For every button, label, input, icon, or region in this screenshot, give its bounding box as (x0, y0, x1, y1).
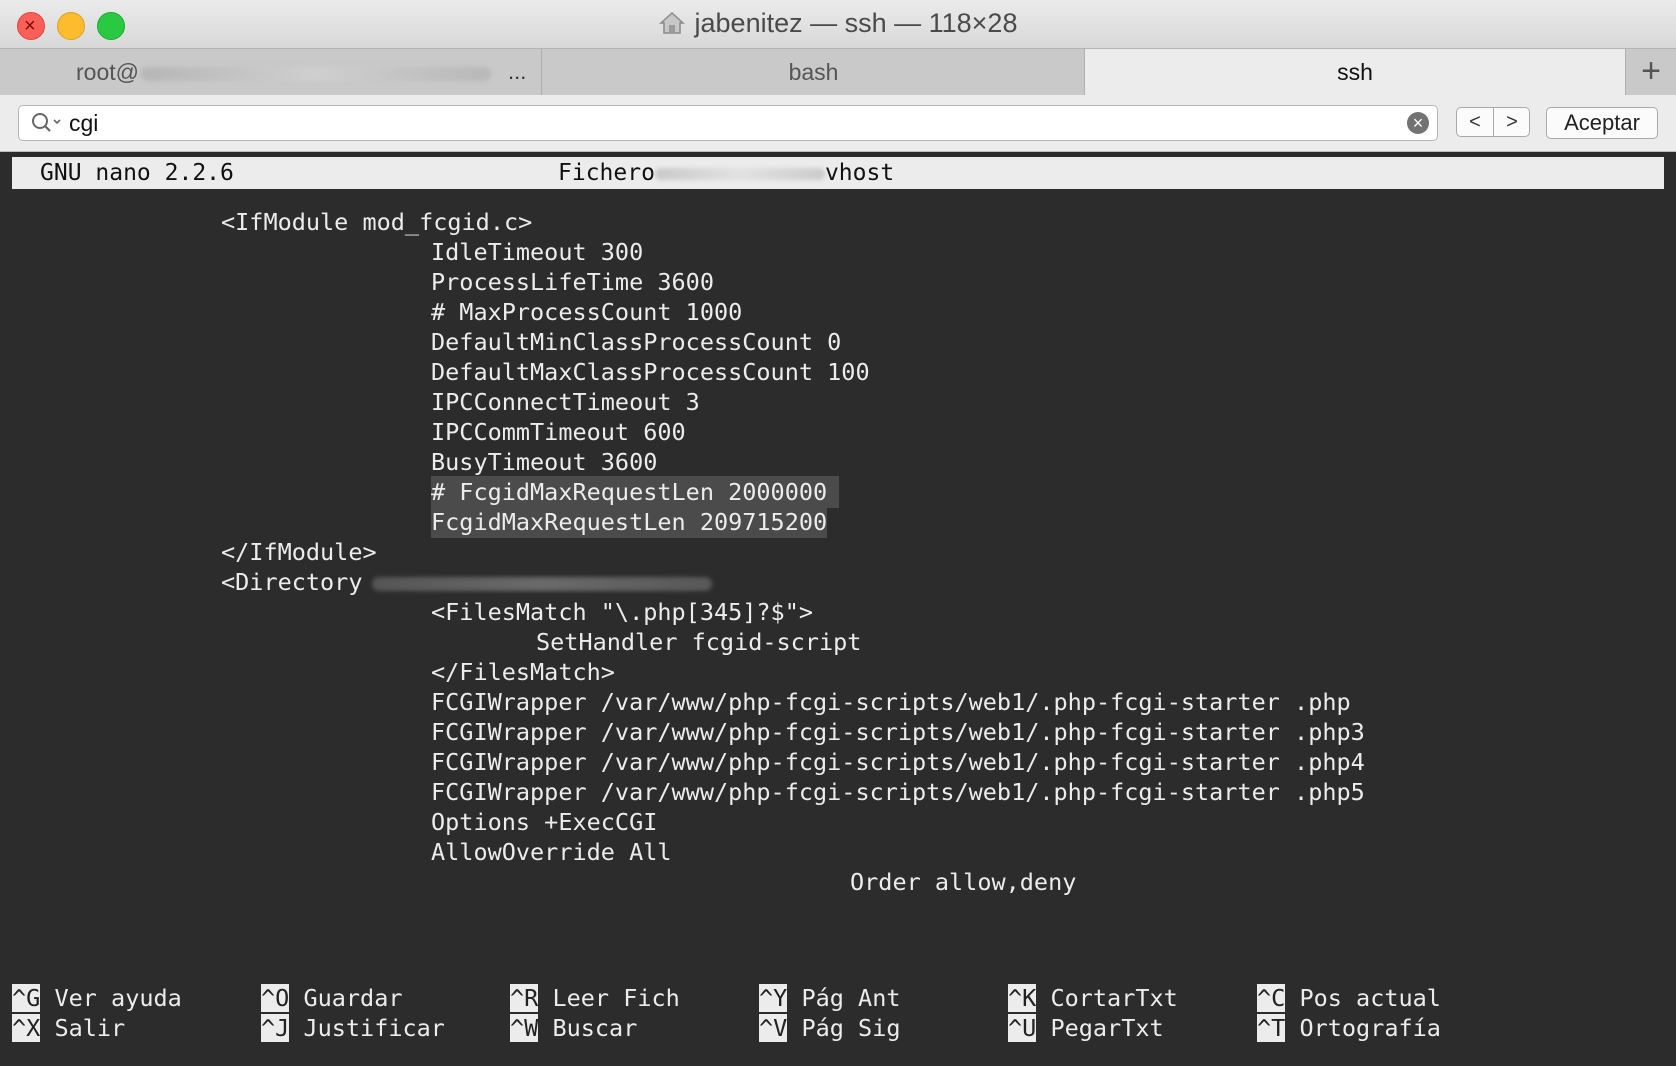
shortcut-key: ^U (1008, 1014, 1037, 1042)
shortcut-label: Salir (54, 1014, 126, 1042)
tab-bash-label: bash (788, 59, 839, 85)
code-line: DefaultMaxClassProcessCount 100 (431, 358, 870, 386)
code-line: IPCConnectTimeout 3 (431, 388, 700, 416)
window-title: jabenitez — ssh — 118×28 (0, 8, 1676, 42)
shortcut-key: ^J (261, 1014, 290, 1042)
shortcut-key: ^W (510, 1014, 539, 1042)
window-title-text: jabenitez — ssh — 118×28 (694, 8, 1018, 38)
find-next-button[interactable]: > (1494, 108, 1530, 136)
code-line: FCGIWrapper /var/www/php-fcgi-scripts/we… (431, 718, 1365, 746)
code-line: Options +ExecCGI (431, 808, 658, 836)
shortcut-label: Guardar (303, 984, 403, 1012)
shortcut-where-is: ^W Buscar (510, 1012, 637, 1044)
shortcut-key: ^O (261, 984, 290, 1012)
code-line: FCGIWrapper /var/www/php-fcgi-scripts/we… (431, 748, 1365, 776)
find-bar: × < > Aceptar (0, 95, 1676, 152)
shortcut-key: ^G (12, 984, 41, 1012)
search-field[interactable]: × (18, 105, 1438, 141)
shortcut-cut-text: ^K CortarTxt (1008, 982, 1178, 1014)
tab-root-label: root@ (76, 59, 139, 85)
shortcut-exit: ^X Salir (12, 1012, 125, 1044)
code-line: IPCCommTimeout 600 (431, 418, 686, 446)
redacted-host (140, 66, 491, 81)
code-line: </FilesMatch> (431, 658, 615, 686)
terminal-window: × jabenitez — ssh — 118×28 root@... bash… (0, 0, 1676, 1066)
shortcut-label: CortarTxt (1050, 984, 1178, 1012)
title-bar[interactable]: × jabenitez — ssh — 118×28 (0, 0, 1676, 48)
shortcut-next-page: ^V Pág Sig (759, 1012, 901, 1044)
code-line: <FilesMatch "\.php[345]?$"> (431, 598, 814, 626)
code-line: FCGIWrapper /var/www/php-fcgi-scripts/we… (431, 688, 1351, 716)
find-previous-button[interactable]: < (1457, 108, 1494, 136)
shortcut-key: ^R (510, 984, 539, 1012)
shortcut-key: ^K (1008, 984, 1037, 1012)
tab-ssh[interactable]: ssh (1085, 49, 1626, 95)
shortcut-key: ^V (759, 1014, 788, 1042)
new-tab-button[interactable]: + (1626, 49, 1676, 95)
code-line-text: <Directory (221, 568, 363, 596)
code-editor[interactable]: <IfModule mod_fcgid.c> IdleTimeout 300 P… (0, 152, 1676, 952)
find-navigation: < > (1456, 107, 1530, 137)
code-line: BusyTimeout 3600 (431, 448, 658, 476)
code-line: DefaultMinClassProcessCount 0 (431, 328, 842, 356)
shortcut-key: ^Y (759, 984, 788, 1012)
search-icon[interactable] (31, 112, 63, 139)
shortcut-label: Buscar (552, 1014, 638, 1042)
accept-button[interactable]: Aceptar (1546, 107, 1658, 139)
tab-overflow-dots: ... (508, 59, 527, 84)
code-line: </IfModule> (221, 538, 377, 566)
shortcut-label: Pág Ant (801, 984, 901, 1012)
code-line: SetHandler fcgid-script (536, 628, 862, 656)
code-line: # MaxProcessCount 1000 (431, 298, 743, 326)
code-line: AllowOverride All (431, 838, 672, 866)
shortcut-read-file: ^R Leer Fich (510, 982, 680, 1014)
code-line-selected: # FcgidMaxRequestLen 2000000 (431, 476, 840, 508)
shortcut-label: Pág Sig (801, 1014, 901, 1042)
shortcut-label: Leer Fich (552, 984, 680, 1012)
redacted-path (372, 576, 713, 591)
shortcut-spell: ^T Ortografía (1257, 1012, 1441, 1044)
terminal-content[interactable]: GNU nano 2.2.6 Fichero vhost <IfModule mo… (0, 152, 1676, 1066)
shortcut-label: PegarTxt (1050, 1014, 1164, 1042)
shortcut-cur-pos: ^C Pos actual (1257, 982, 1441, 1014)
tab-bar: root@... bash ssh + (0, 48, 1676, 96)
shortcut-label: Ver ayuda (54, 984, 182, 1012)
tab-ssh-label: ssh (1337, 59, 1373, 85)
shortcut-help: ^G Ver ayuda (12, 982, 182, 1014)
clear-search-icon[interactable]: × (1407, 112, 1429, 134)
tab-bash[interactable]: bash (543, 49, 1085, 95)
shortcut-key: ^T (1257, 1014, 1286, 1042)
shortcut-label: Pos actual (1299, 984, 1441, 1012)
shortcut-key: ^C (1257, 984, 1286, 1012)
shortcut-prev-page: ^Y Pág Ant (759, 982, 901, 1014)
search-input[interactable] (69, 106, 1369, 140)
shortcut-label: Justificar (303, 1014, 445, 1042)
code-line: IdleTimeout 300 (431, 238, 644, 266)
code-line-directory: <Directory (221, 566, 713, 598)
code-line: <IfModule mod_fcgid.c> (221, 208, 533, 236)
shortcut-save: ^O Guardar (261, 982, 403, 1014)
shortcut-label: Ortografía (1299, 1014, 1441, 1042)
shortcut-justify: ^J Justificar (261, 1012, 445, 1044)
code-line-selected: FcgidMaxRequestLen 209715200 (431, 506, 828, 538)
code-line: FCGIWrapper /var/www/php-fcgi-scripts/we… (431, 778, 1365, 806)
tab-root[interactable]: root@... (0, 49, 542, 95)
nano-shortcut-bar: ^G Ver ayuda ^O Guardar ^R Leer Fich ^Y … (0, 982, 1676, 1052)
shortcut-key: ^X (12, 1014, 41, 1042)
home-icon (658, 11, 685, 42)
code-line: ProcessLifeTime 3600 (431, 268, 714, 296)
code-line: Order allow,deny (850, 868, 1077, 896)
shortcut-uncut-text: ^U PegarTxt (1008, 1012, 1164, 1044)
